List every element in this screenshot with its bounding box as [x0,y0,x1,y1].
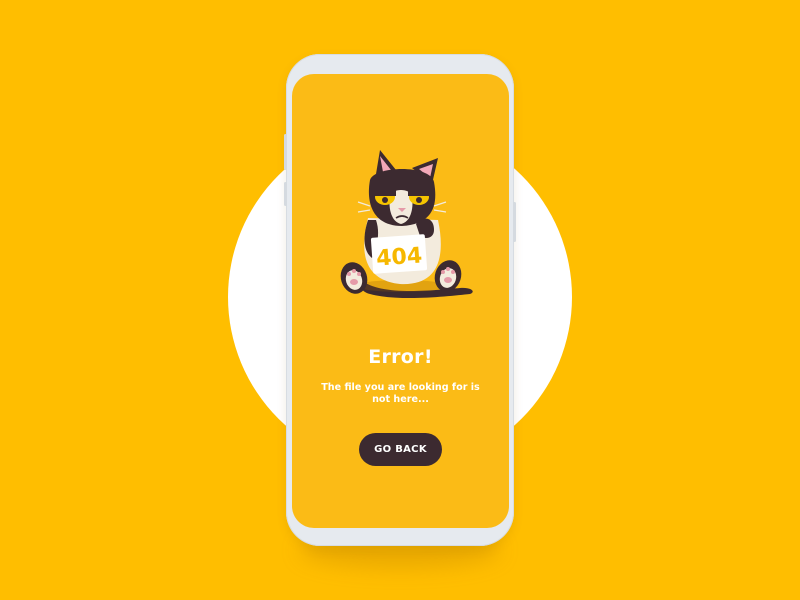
go-back-button[interactable]: GO BACK [359,433,442,466]
error-title: Error! [368,346,433,368]
phone-side-button [513,202,516,242]
svg-text:404: 404 [375,243,423,271]
phone-side-button [284,134,287,170]
phone-screen: 404 Error! The file you are looking for … [292,74,509,528]
phone-side-button [284,182,287,206]
grumpy-cat-404-illustration: 404 [340,150,473,299]
error-message: The file you are looking for is not here… [321,382,480,405]
